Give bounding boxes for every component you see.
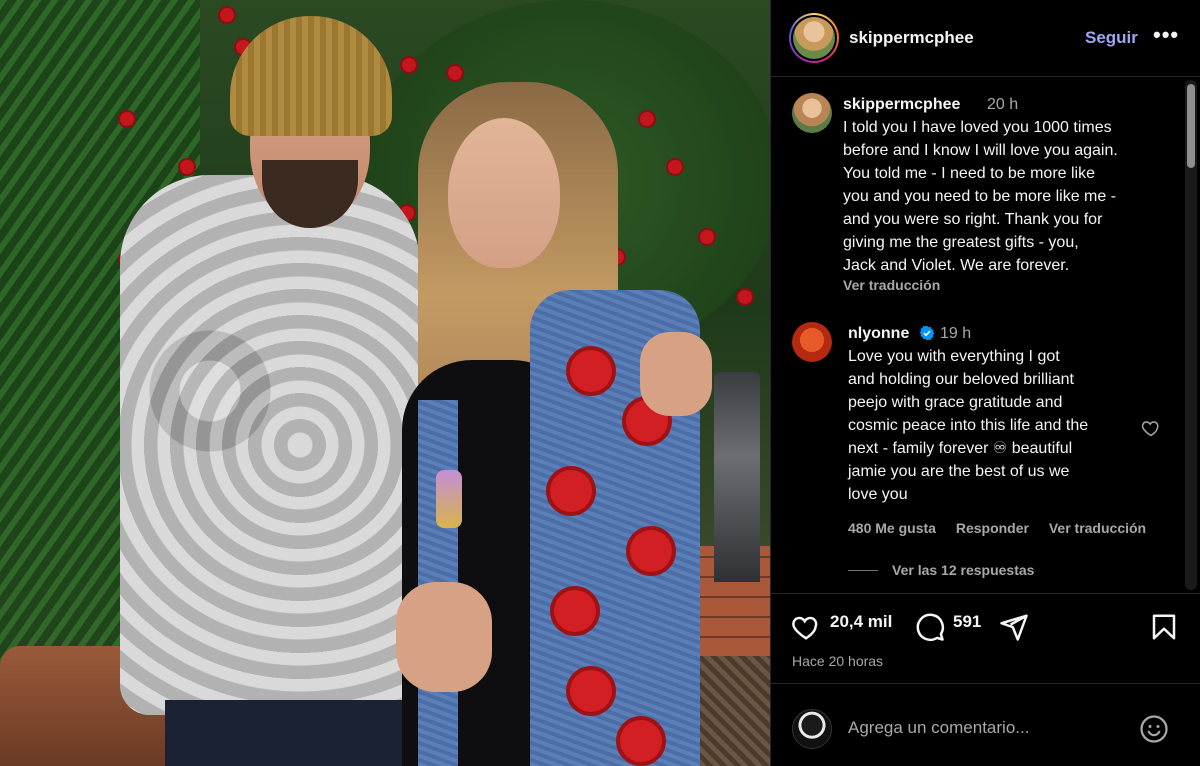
replies-divider: [848, 569, 878, 571]
post-header: skippermcphee Seguir •••: [771, 0, 1200, 77]
man-beanie: [230, 16, 392, 136]
comment-username[interactable]: nlyonne: [848, 325, 909, 343]
author-avatar[interactable]: [789, 13, 839, 63]
red-flower: [448, 66, 462, 80]
share-icon[interactable]: [999, 612, 1029, 642]
red-flower: [738, 290, 752, 304]
red-flower: [220, 8, 234, 22]
comment-text: I told you I have loved you 1000 times b…: [843, 119, 1118, 274]
emoji-icon[interactable]: [1139, 714, 1169, 744]
key-necklace: [436, 470, 462, 528]
comment-text: Love you with everything I got and holdi…: [848, 348, 1089, 503]
follow-button[interactable]: Seguir: [1085, 28, 1138, 48]
red-flower: [402, 58, 416, 72]
translate-link[interactable]: Ver traducción: [843, 277, 940, 293]
red-flower: [668, 160, 682, 174]
view-replies-button[interactable]: Ver las 12 respuestas: [848, 562, 1034, 578]
red-flower: [700, 230, 714, 244]
man-hand-belly: [396, 582, 492, 692]
view-replies-label: Ver las 12 respuestas: [892, 562, 1035, 578]
avatar[interactable]: [792, 322, 832, 362]
author-username[interactable]: skippermcphee: [849, 28, 974, 48]
comment-username[interactable]: skippermcphee: [843, 96, 960, 114]
translate-link[interactable]: Ver traducción: [1049, 520, 1146, 536]
red-flower: [120, 112, 134, 126]
likes-count[interactable]: 20,4 mil: [830, 612, 892, 632]
red-flower: [180, 160, 194, 174]
more-options-icon[interactable]: •••: [1153, 22, 1179, 48]
current-user-avatar: [792, 709, 832, 749]
reply-button[interactable]: Responder: [956, 520, 1029, 536]
comments-count[interactable]: 591: [953, 612, 981, 632]
bookmark-icon[interactable]: [1149, 612, 1179, 642]
post-photo[interactable]: [0, 0, 770, 766]
comment-icon[interactable]: [915, 612, 945, 642]
comments-list: skippermcphee 20 h I told you I have lov…: [771, 78, 1200, 592]
comment-composer: [771, 683, 1200, 766]
comment-time: 19 h: [940, 325, 972, 342]
likes-count[interactable]: 480 Me gusta: [848, 520, 936, 536]
man-jeans: [165, 700, 420, 766]
heart-icon[interactable]: [791, 612, 821, 642]
comment-actions: 480 Me gusta Responder Ver traducción: [848, 520, 1162, 536]
man-hand-shoulder: [640, 332, 712, 416]
garden-lamp: [714, 372, 760, 582]
verified-icon: [919, 325, 935, 341]
woman-face: [448, 118, 560, 268]
post-actions-bar: 20,4 mil 591 Hace 20 horas: [771, 593, 1200, 683]
post-sidebar: skippermcphee Seguir ••• skippermcphee 2…: [770, 0, 1200, 766]
avatar[interactable]: [792, 93, 832, 133]
comment-time: 20 h: [987, 96, 1019, 113]
like-comment-heart-icon[interactable]: [1141, 418, 1161, 438]
posted-time: Hace 20 horas: [792, 653, 884, 669]
man-hoodie: [120, 175, 420, 715]
comments-scrollbar[interactable]: [1185, 80, 1197, 590]
scroll-thumb[interactable]: [1187, 84, 1195, 168]
add-comment-input[interactable]: [848, 710, 1128, 746]
red-flower: [640, 112, 654, 126]
instagram-post-view: skippermcphee Seguir ••• skippermcphee 2…: [0, 0, 1200, 766]
